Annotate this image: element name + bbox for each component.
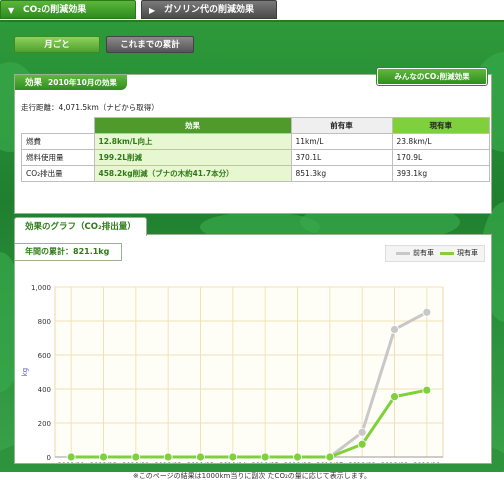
- monthly-button[interactable]: 月ごと: [14, 36, 100, 53]
- row-label: 燃料使用量: [21, 149, 95, 166]
- table-row: CO₂排出量 458.2kg削減（ブナの木約41.7本分） 851.3kg 39…: [21, 165, 490, 182]
- data-point: [228, 452, 238, 462]
- tab-gasoline-savings[interactable]: ▶ ガソリン代の削減効果: [141, 0, 277, 19]
- footer-note: ※このページの結果は1000km当りに副次 たCO₂の量に応じて表示します。: [0, 472, 504, 480]
- table-header-row: 効果 前有車 現有車: [22, 117, 490, 134]
- data-point: [131, 452, 141, 462]
- co2-line-chart: 02004006008001,0002009/112009/122010/012…: [21, 284, 444, 463]
- x-tick-label: 2010/08: [349, 461, 376, 463]
- data-point: [260, 452, 270, 462]
- data-point: [196, 452, 205, 462]
- data-point: [357, 439, 367, 449]
- graph-title-tab: 効果のグラフ（CO₂排出量）: [14, 217, 147, 236]
- everyone-co2-button[interactable]: みんなのCO₂削減効果: [376, 67, 488, 86]
- x-tick-label: 2010/09: [381, 461, 408, 463]
- chevron-right-icon: ▶: [149, 6, 156, 15]
- tab-gasoline-label: ガソリン代の削減効果: [164, 5, 255, 15]
- data-point: [390, 392, 399, 402]
- data-point: [163, 452, 173, 462]
- graph-panel: 効果のグラフ（CO₂排出量） 年間の累計：821.1kg 前有車 現有車 0 20…: [14, 217, 492, 464]
- table-row: 燃費 12.8km/L向上 11km/L 23.8km/L: [21, 133, 490, 150]
- effect-table: 効果 前有車 現有車 燃費 12.8km/L向上 11km/L 23.8km/L…: [21, 117, 490, 182]
- effect-panel: 効果 2010年10月の効果 みんなのCO₂削減効果 走行距離：4,071.5km…: [14, 67, 492, 214]
- plot-area: [54, 286, 444, 458]
- row-prev: 370.1L: [290, 149, 393, 166]
- y-tick-label: 200: [38, 420, 51, 428]
- header-effect: 効果: [93, 117, 292, 134]
- tab-co2-reduction[interactable]: ▼ CO₂の削減効果: [0, 0, 136, 19]
- table-row: 燃料使用量 199.2L削減 370.1L 170.9L: [21, 149, 490, 166]
- data-point: [293, 452, 302, 462]
- content-frame: 月ごと これまでの累計 効果 2010年10月の効果 みんなのCO₂削減効果 走行…: [0, 20, 504, 474]
- effect-panel-title: 効果 2010年10月の効果: [15, 75, 127, 90]
- y-tick-label: 800: [38, 318, 51, 326]
- row-effect: 199.2L削減: [93, 149, 292, 166]
- data-point: [357, 427, 367, 437]
- cumulative-button[interactable]: これまでの累計: [106, 36, 194, 53]
- y-axis-label: kg: [21, 368, 29, 377]
- y-tick-label: 600: [38, 352, 51, 360]
- row-label: 燃費: [21, 133, 95, 150]
- effect-period: 2010年10月の効果: [48, 78, 117, 87]
- data-point: [422, 307, 432, 317]
- data-point: [66, 452, 76, 462]
- header-prev-car: 前有車: [290, 117, 393, 134]
- data-point: [390, 325, 399, 334]
- row-prev: 851.3kg: [290, 165, 393, 182]
- y-tick-label: 1,000: [31, 284, 51, 292]
- x-tick-label: 2010/10: [413, 461, 440, 463]
- driving-distance: 走行距離：4,071.5km（ナビから取得）: [21, 103, 159, 112]
- data-point: [99, 452, 108, 462]
- data-point: [422, 385, 432, 395]
- top-tab-bar: ▼ CO₂の削減効果 ▶ ガソリン代の削減効果: [0, 0, 504, 20]
- y-tick-label: 0: [47, 454, 51, 462]
- row-effect: 458.2kg削減（ブナの木約41.7本分）: [93, 165, 292, 182]
- row-label: CO₂排出量: [21, 165, 95, 182]
- y-tick-label: 400: [38, 386, 51, 394]
- row-cur: 23.8km/L: [391, 133, 490, 150]
- row-cur: 170.9L: [391, 149, 490, 166]
- row-prev: 11km/L: [290, 133, 393, 150]
- chevron-down-icon: ▼: [8, 6, 15, 15]
- tab-co2-label: CO₂の削減効果: [23, 5, 87, 15]
- row-effect: 12.8km/L向上: [93, 133, 292, 150]
- effect-title: 効果: [25, 78, 43, 88]
- data-point: [325, 452, 335, 462]
- row-cur: 393.1kg: [391, 165, 490, 182]
- header-cur-car: 現有車: [391, 117, 490, 134]
